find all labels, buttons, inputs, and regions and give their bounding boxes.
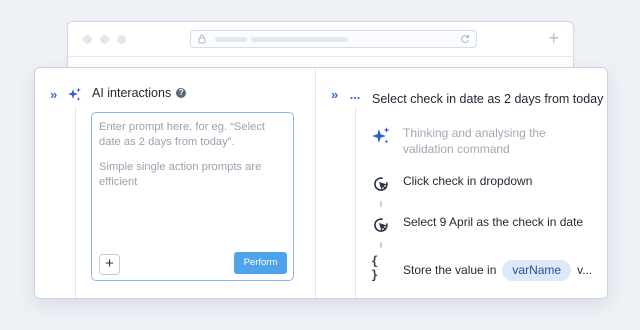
reload-icon[interactable]	[460, 34, 470, 44]
curly-braces-icon: { }	[371, 254, 379, 282]
ai-interactions-title: AI interactions ?	[92, 86, 187, 100]
sparkle-icon	[371, 126, 391, 146]
lock-icon	[198, 34, 206, 44]
add-button[interactable]: +	[99, 254, 120, 275]
sparkle-icon	[68, 87, 81, 101]
window-dot	[100, 35, 109, 44]
perform-button[interactable]: Perform	[234, 252, 287, 274]
step-connector	[380, 201, 382, 207]
prompt-placeholder: Enter prompt here, for eg. “Select date …	[99, 120, 289, 200]
step-select-date: Select 9 April as the check in date	[371, 215, 583, 235]
right-rail-line	[355, 106, 356, 298]
command-title: Select check in date as 2 days from toda…	[372, 92, 604, 106]
window-controls	[83, 35, 126, 44]
url-placeholder	[251, 37, 348, 42]
step-text: Thinking and analysing the validation co…	[403, 126, 546, 156]
new-tab-plus-icon[interactable]: +	[548, 29, 559, 47]
left-rail-line	[75, 106, 76, 298]
step-text: Click check in dropdown	[403, 174, 533, 188]
step-thinking: Thinking and analysing the validation co…	[371, 126, 553, 157]
help-icon[interactable]: ?	[176, 88, 187, 98]
step-text: Select 9 April as the check in date	[403, 215, 584, 229]
store-text: Store the value in	[403, 263, 497, 277]
url-placeholder	[215, 37, 247, 42]
expand-chevrons-icon[interactable]: »	[50, 87, 57, 102]
window-dot	[117, 35, 126, 44]
store-text-overflow: v...	[577, 263, 593, 277]
column-divider	[315, 68, 316, 298]
expand-chevrons-icon[interactable]: »	[331, 87, 338, 102]
prompt-input[interactable]: Enter prompt here, for eg. “Select date …	[91, 112, 294, 281]
window-dot	[83, 35, 92, 44]
placeholder-line: Enter prompt here, for eg. “Select date …	[99, 121, 266, 148]
ai-interactions-card: » AI interactions ? Enter prompt here, f…	[34, 67, 608, 299]
toolbar-divider	[68, 56, 573, 57]
step-click-dropdown: Click check in dropdown	[371, 174, 532, 194]
placeholder-line: Simple single action prompts are efficie…	[99, 161, 262, 188]
step-text: Store the value in varName v...	[403, 260, 592, 281]
variable-name-pill[interactable]: varName	[502, 260, 572, 281]
step-connector	[380, 242, 382, 248]
progress-dots-icon	[350, 96, 360, 100]
step-store-value: { } Store the value in varName v...	[371, 254, 592, 282]
click-cursor-icon	[371, 174, 391, 194]
click-cursor-icon	[371, 215, 391, 235]
address-bar[interactable]	[190, 30, 477, 48]
panel-title: AI interactions	[92, 86, 172, 100]
